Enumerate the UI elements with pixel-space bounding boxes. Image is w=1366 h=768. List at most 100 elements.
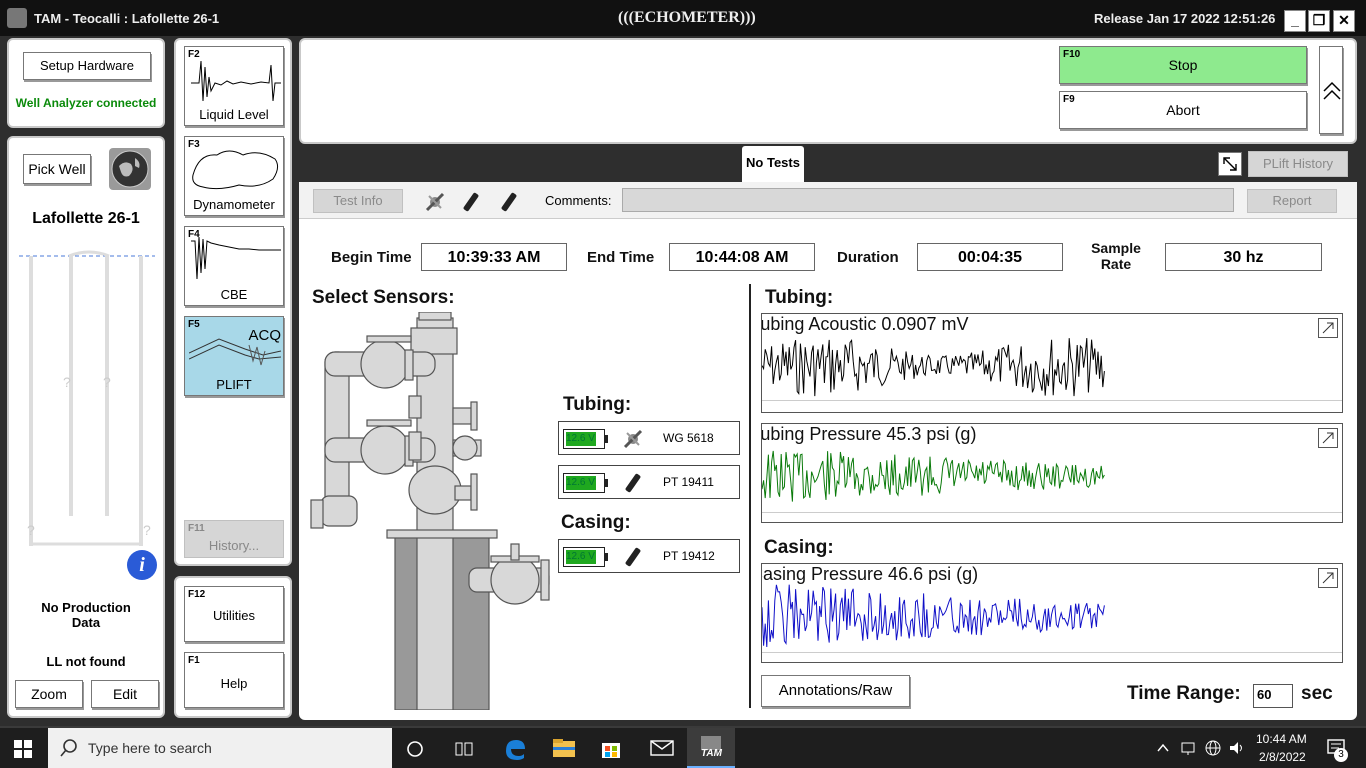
plot-baseline (762, 400, 1342, 401)
cortana-icon[interactable] (406, 740, 424, 758)
fkey-caption: Help (220, 676, 248, 691)
pressure-transducer-icon[interactable] (459, 190, 483, 214)
tubing-acoustic-line (762, 338, 1105, 397)
expand-icon[interactable] (1218, 152, 1242, 176)
battery-voltage: 12.6 V (566, 551, 595, 562)
report-button[interactable]: Report (1247, 189, 1337, 213)
search-placeholder: Type here to search (88, 740, 212, 756)
pick-well-button[interactable]: Pick Well (23, 154, 91, 184)
sample-rate-value: 30 hz (1165, 243, 1322, 271)
wireless-gun-icon[interactable] (423, 190, 447, 214)
plift-history-button[interactable]: PLift History (1248, 151, 1348, 177)
maximize-button[interactable]: ❐ (1308, 10, 1330, 32)
zoom-button[interactable]: Zoom (15, 680, 83, 708)
end-time-value: 10:44:08 AM (669, 243, 815, 271)
plot-baseline (762, 512, 1342, 513)
network-icon[interactable] (1180, 740, 1198, 756)
fkey-caption: Liquid Level (199, 107, 269, 122)
wellbore-schematic (19, 250, 155, 546)
clock-time[interactable]: 10:44 AM (1256, 732, 1307, 746)
expand-plot-icon[interactable] (1318, 568, 1338, 588)
task-view-icon[interactable] (454, 740, 474, 758)
mail-icon[interactable] (650, 739, 674, 757)
wellhead-diagram (310, 312, 550, 710)
wireless-gun-icon (623, 429, 643, 449)
cbe-button[interactable]: F4 CBE (184, 226, 284, 306)
setup-hardware-button[interactable]: Setup Hardware (23, 52, 151, 80)
plots-tubing-label: Tubing: (765, 287, 834, 308)
battery-voltage: 12.6 V (566, 433, 595, 444)
sensor-id: WG 5618 (663, 431, 714, 445)
casing-pressure-plot[interactable]: Casing Pressure 46.6 psi (g) (761, 563, 1343, 663)
fkey-caption: Stop (1168, 57, 1198, 73)
fkey-caption: Utilities (213, 608, 255, 623)
tubing-pressure-line (762, 450, 1105, 502)
acq-indicator: ACQ (248, 327, 281, 344)
pressure-transducer-icon (625, 473, 641, 493)
comments-label: Comments: (545, 193, 612, 208)
edit-button[interactable]: Edit (91, 680, 159, 708)
time-range-input[interactable]: 60 (1253, 684, 1293, 708)
fkey-caption: History... (208, 538, 260, 553)
liquid-level-thumbnail (191, 60, 281, 102)
tam-app-label: TAM (701, 748, 722, 759)
utilities-button[interactable]: F12 Utilities (184, 586, 284, 642)
well-panel: Pick Well Lafollette 26-1 ? ? ? ? i No P… (7, 136, 165, 718)
globe-icon[interactable] (109, 148, 151, 190)
dynamometer-button[interactable]: F3 Dynamometer (184, 136, 284, 216)
expand-plot-icon[interactable] (1318, 428, 1338, 448)
stop-button[interactable]: F10 Stop (1059, 46, 1307, 84)
tubing-pressure-plot[interactable]: Tubing Pressure 45.3 psi (g) (761, 423, 1343, 523)
window-title: TAM - Teocalli : Lafollette 26-1 (34, 11, 220, 26)
search-icon (60, 739, 77, 757)
brand-title: (((ECHOMETER))) (618, 9, 756, 26)
app-logo-icon (7, 8, 27, 28)
fkey-label: F1 (188, 655, 200, 666)
help-button[interactable]: F1 Help (184, 652, 284, 708)
volume-icon[interactable] (1228, 739, 1246, 757)
collapse-panel-button[interactable] (1319, 46, 1343, 134)
comments-input[interactable] (622, 188, 1234, 212)
store-icon[interactable] (600, 737, 622, 759)
info-icon[interactable]: i (127, 550, 157, 580)
sensor-wg-5618[interactable]: 12.6 V WG 5618 (558, 421, 740, 455)
globe-icon[interactable] (1204, 739, 1222, 757)
liquid-level-button[interactable]: F2 Liquid Level (184, 46, 284, 126)
sensor-pt-19411[interactable]: 12.6 V PT 19411 (558, 465, 740, 499)
pressure-transducer-icon[interactable] (497, 190, 521, 214)
abort-button[interactable]: F9 Abort (1059, 91, 1307, 129)
pressure-transducer-icon (625, 547, 641, 567)
wellbore-unknown-marker: ? (143, 522, 151, 538)
release-label: Release Jan 17 2022 12:51:26 (1094, 11, 1276, 26)
plot-title: Casing Pressure 46.6 psi (g) (761, 564, 979, 584)
annotations-raw-button[interactable]: Annotations/Raw (761, 675, 910, 707)
sensor-pt-19412[interactable]: 12.6 V PT 19412 (558, 539, 740, 573)
begin-time-value: 10:39:33 AM (421, 243, 567, 271)
duration-value: 00:04:35 (917, 243, 1063, 271)
liquid-level-status: LL not found (46, 654, 126, 669)
plift-button[interactable]: F5 ACQ PLIFT (184, 316, 284, 396)
fkey-caption: Dynamometer (193, 197, 275, 212)
sensor-id: PT 19411 (663, 475, 714, 489)
taskbar-search[interactable]: Type here to search (48, 728, 392, 768)
windows-start-icon[interactable] (14, 740, 32, 758)
chevron-up-icon[interactable] (1156, 742, 1170, 754)
fkey-caption: PLIFT (216, 377, 252, 392)
wellbore-unknown-marker: ? (27, 522, 35, 538)
function-panel: F2 Liquid Level F3 Dynamometer F4 CBE F5… (174, 38, 292, 566)
taskbar-tam-app[interactable]: TAM (687, 728, 735, 768)
minimize-button[interactable]: _ (1284, 10, 1306, 32)
battery-icon: 12.6 V (563, 429, 608, 449)
close-button[interactable]: ✕ (1333, 10, 1355, 32)
expand-plot-icon[interactable] (1318, 318, 1338, 338)
tubing-acoustic-plot[interactable]: Tubing Acoustic 0.0907 mV (761, 313, 1343, 413)
tab-no-tests[interactable]: No Tests (742, 146, 804, 182)
sensor-id: PT 19412 (663, 549, 715, 563)
history-button[interactable]: F11 History... (184, 520, 284, 558)
test-info-button[interactable]: Test Info (313, 189, 403, 213)
file-explorer-icon[interactable] (552, 738, 576, 758)
sample-rate-label: Sample Rate (1091, 240, 1141, 272)
edge-icon[interactable] (503, 737, 527, 761)
time-range-unit: sec (1301, 683, 1333, 704)
clock-date[interactable]: 2/8/2022 (1259, 750, 1306, 764)
